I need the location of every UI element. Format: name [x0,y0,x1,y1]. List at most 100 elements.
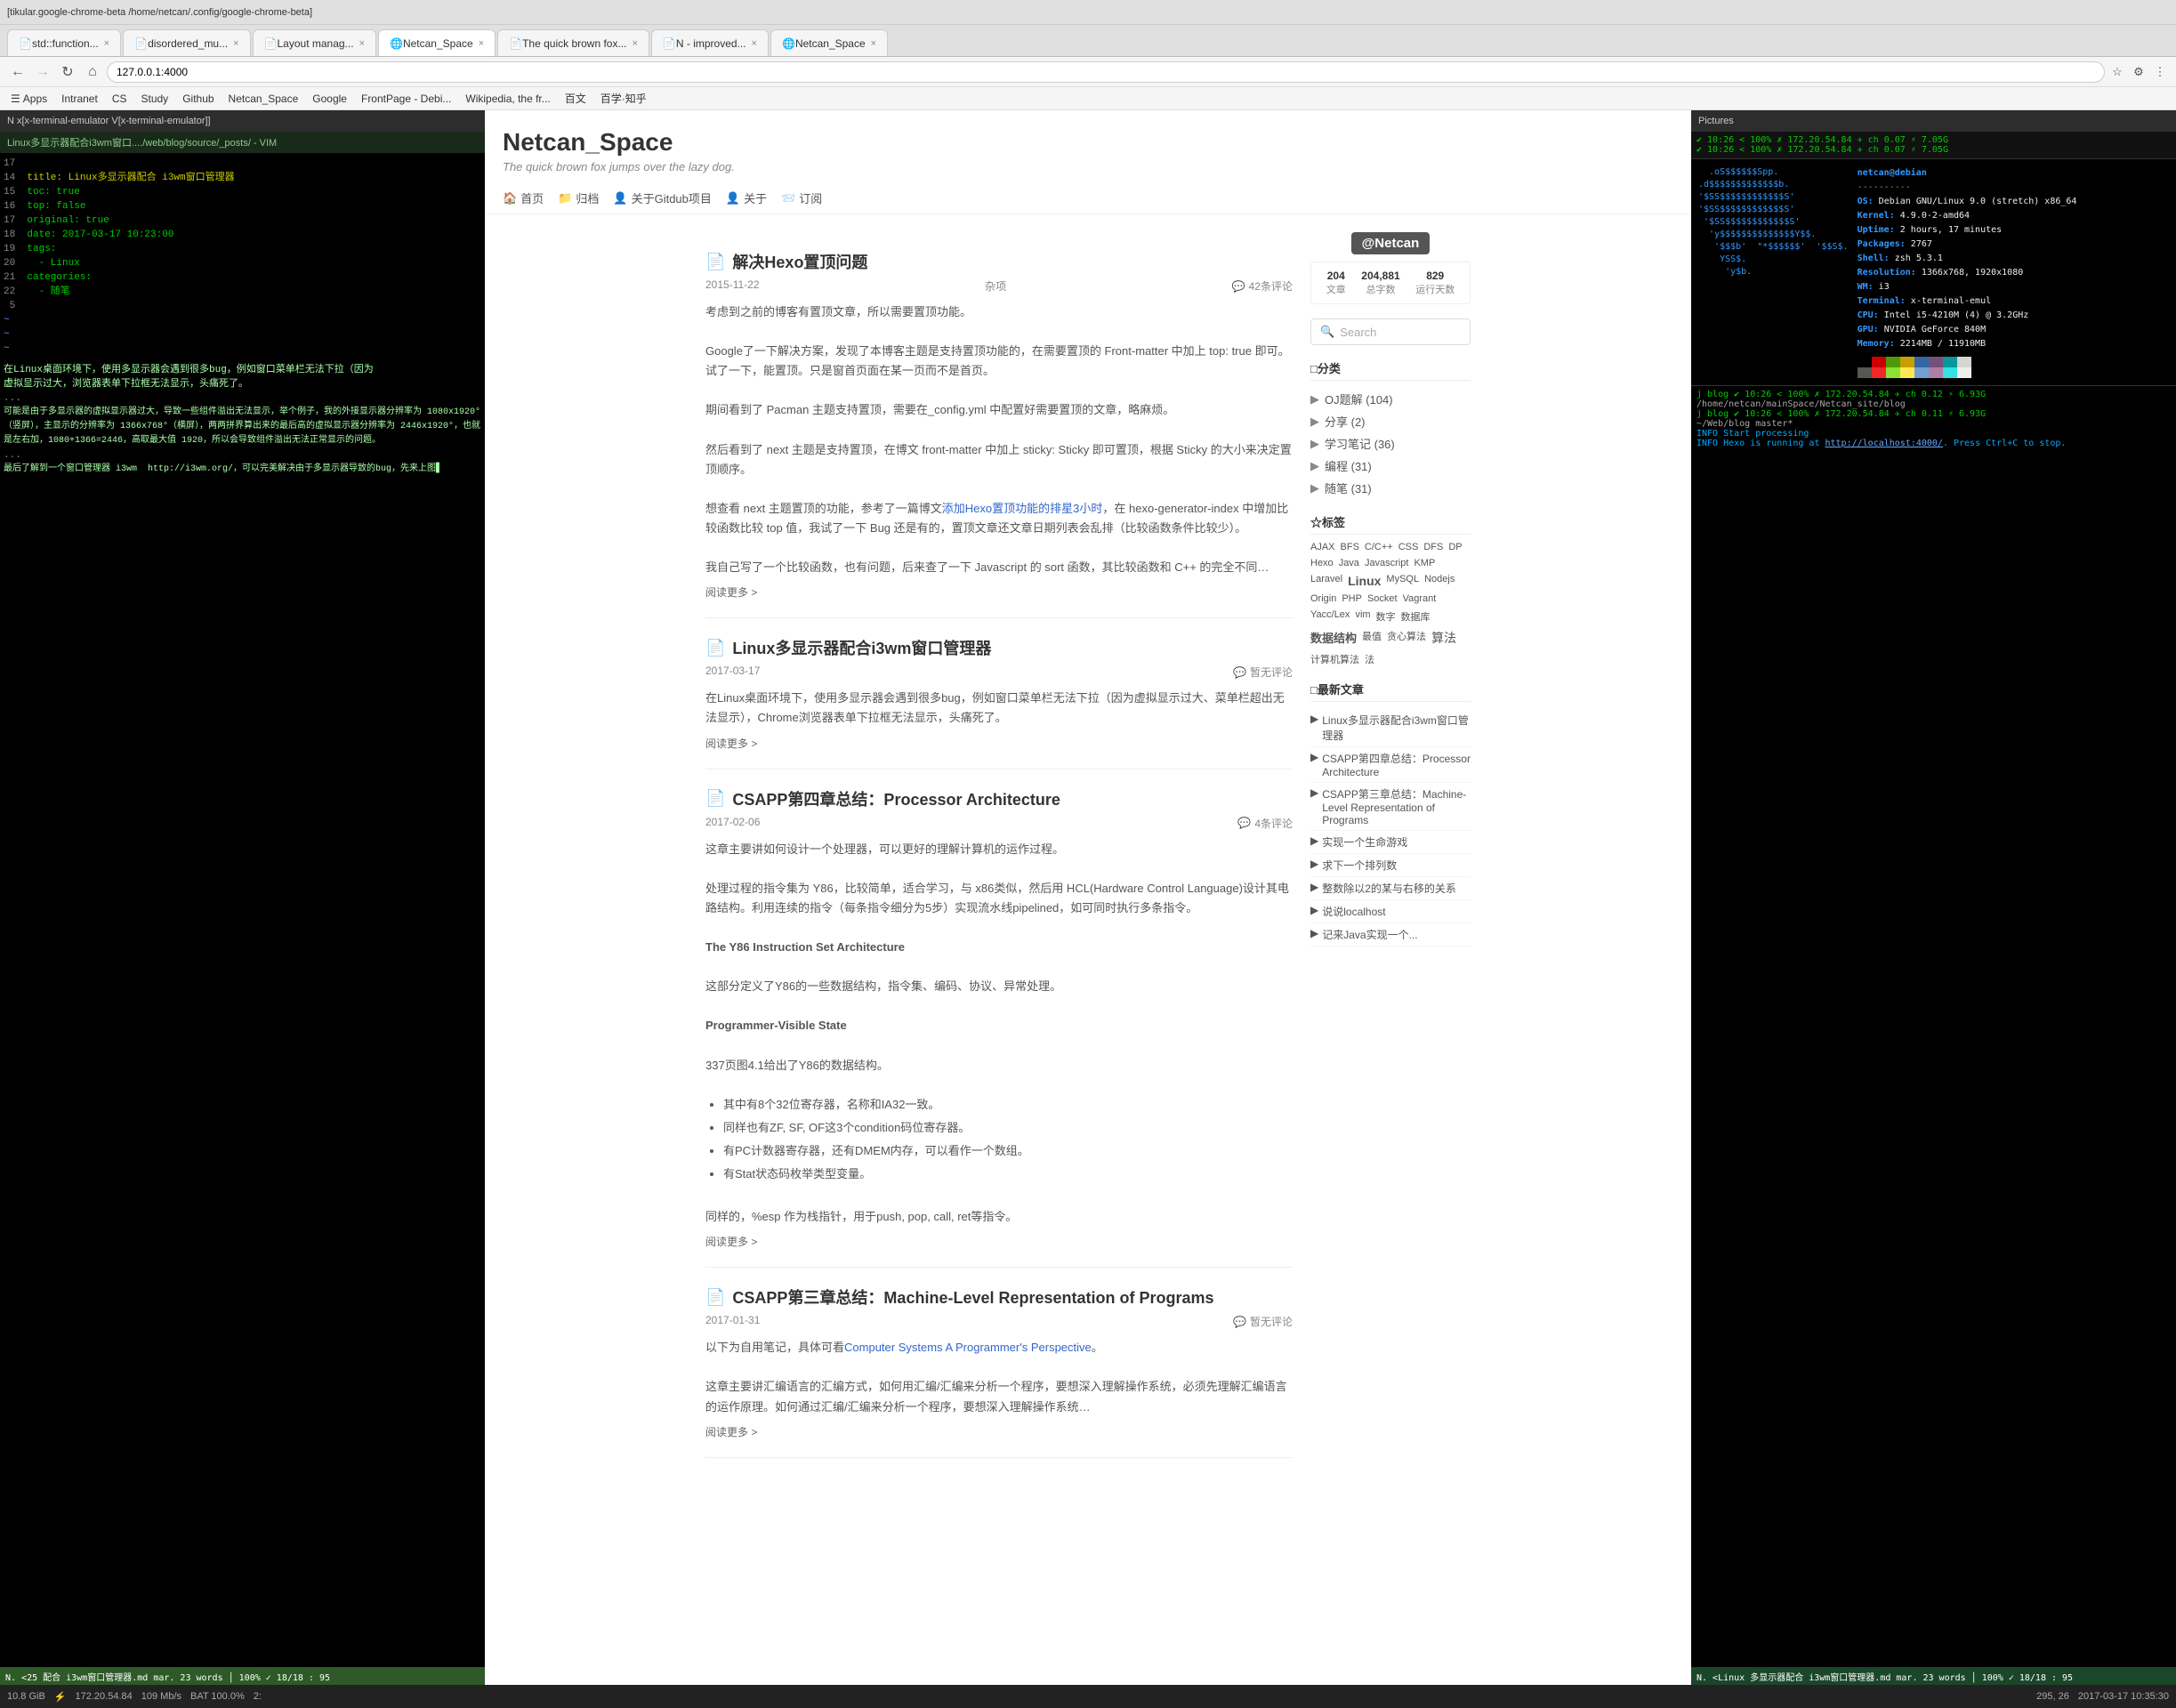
recent-post-item[interactable]: ▶ CSAPP第四章总结：Processor Architecture [1310,747,1471,783]
bookmark-apps[interactable]: ☰ Apps [7,91,51,107]
forward-button[interactable]: → [32,61,53,83]
tag-shujujiegou[interactable]: 数据结构 [1310,629,1357,647]
bookmark-netcan[interactable]: Netcan_Space [225,91,302,107]
tab-close-icon[interactable]: × [752,38,757,49]
tag-dfs[interactable]: DFS [1423,542,1443,552]
recent-post-item[interactable]: ▶ 整数除以2的某与右移的关系 [1310,877,1471,900]
tab-improved[interactable]: 📄 N - improved... × [651,29,769,56]
post-title-link[interactable]: CSAPP第四章总结：Processor Architecture [732,787,1060,810]
vim-content-area[interactable]: 17 14 title: Linux多显示器配合 i3wm窗口管理器 15 to… [0,153,485,1667]
tag-ajax[interactable]: AJAX [1310,542,1335,552]
tag-laravel[interactable]: Laravel [1310,574,1342,588]
extensions-icon[interactable]: ⚙ [2130,63,2148,81]
tag-tanxin[interactable]: 贪心算法 [1387,629,1426,647]
tag-dp[interactable]: DP [1448,542,1462,552]
category-notes[interactable]: ▶ 学习笔记 (36) [1310,432,1471,455]
home-button[interactable]: ⌂ [82,61,103,83]
bookmark-wikipedia[interactable]: Wikipedia, the fr... [462,91,553,107]
category-label: 学习笔记 (36) [1325,435,1395,452]
taskbar-bat: BAT 100.0% [190,1691,245,1702]
bookmark-zhihu[interactable]: 百学·知乎 [597,89,650,108]
tag-vagrant[interactable]: Vagrant [1403,593,1437,604]
back-button[interactable]: ← [7,61,28,83]
tag-suanfa[interactable]: 算法 [1431,629,1456,647]
address-bar[interactable] [107,61,2105,83]
post-title-link[interactable]: 解决Hexo置顶问题 [732,250,867,273]
post-link[interactable]: Computer Systems A Programmer's Perspect… [844,1341,1092,1354]
bookmark-google[interactable]: Google [309,91,351,107]
search-input-box[interactable]: 🔍 Search [1310,318,1471,345]
tag-bfs[interactable]: BFS [1341,542,1359,552]
tab-close-icon[interactable]: × [233,38,238,49]
category-essay[interactable]: ▶ 随笔 (31) [1310,477,1471,499]
tab-std-function[interactable]: 📄 std::function... × [7,29,121,56]
recent-post-item[interactable]: ▶ 求下一个排列数 [1310,854,1471,877]
tab-quick-brown[interactable]: 📄 The quick brown fox... × [497,29,649,56]
tab-netcan-space2[interactable]: 🌐 Netcan_Space × [770,29,888,56]
bookmark-intranet[interactable]: Intranet [58,91,101,107]
reload-button[interactable]: ↻ [57,61,78,83]
bookmark-github[interactable]: Github [179,91,217,107]
post-readmore[interactable]: 阅读更多 > [705,736,757,751]
category-programming[interactable]: ▶ 编程 (31) [1310,455,1471,477]
tab-layout[interactable]: 📄 Layout manag... × [253,29,376,56]
tag-vim[interactable]: vim [1355,609,1370,624]
tag-yacclex[interactable]: Yacc/Lex [1310,609,1350,624]
recent-post-item[interactable]: ▶ 说说localhost [1310,900,1471,923]
post-title: 📄 Linux多显示器配合i3wm窗口管理器 [705,636,1293,659]
nav-gitdub[interactable]: 👤 关于Gitdub项目 [613,189,712,206]
menu-icon[interactable]: ⋮ [2151,63,2169,81]
info-uptime: Uptime: 2 hours, 17 minutes [1858,223,2077,238]
recent-post-item[interactable]: ▶ Linux多显示器配合i3wm窗口管理器 [1310,709,1471,747]
tab-close-icon[interactable]: × [104,38,109,49]
tag-kmp[interactable]: KMP [1414,558,1435,568]
tag-shu[interactable]: 数字 [1376,609,1396,624]
bookmark-study[interactable]: Study [138,91,173,107]
tag-origin[interactable]: Origin [1310,593,1336,604]
tag-mysql[interactable]: MySQL [1386,574,1419,588]
right-terminal-output[interactable]: j blog ✔ 10:26 < 100% ✗ 172.20.54.84 ✈ c… [1691,385,2176,452]
recent-post-item[interactable]: ▶ 记来Java实现一个... [1310,923,1471,947]
tab-close-icon[interactable]: × [871,38,876,49]
tag-nodejs[interactable]: Nodejs [1424,574,1455,588]
post-title-link[interactable]: CSAPP第三章总结：Machine-Level Representation … [732,1285,1213,1309]
tag-css[interactable]: CSS [1398,542,1419,552]
category-oj[interactable]: ▶ OJ题解 (104) [1310,388,1471,410]
nav-about[interactable]: 👤 关于 [726,189,767,206]
vim-line: 在Linux桌面环境下，使用多显示器会遇到很多bug，例如窗口菜单栏无法下拉（因… [4,363,481,377]
tag-fa[interactable]: 法 [1365,652,1374,666]
bookmark-frontpage[interactable]: FrontPage - Debi... [358,91,455,107]
tag-zuizhi[interactable]: 最值 [1362,629,1382,647]
tab-disordered[interactable]: 📄 disordered_mu... × [123,29,250,56]
post-readmore[interactable]: 阅读更多 > [705,1424,757,1439]
tab-netcan-space[interactable]: 🌐 Netcan_Space × [378,29,496,56]
post-readmore[interactable]: 阅读更多 > [705,1234,757,1249]
tag-java[interactable]: Java [1339,558,1359,568]
tab-close-icon[interactable]: × [632,38,637,49]
tag-linux[interactable]: Linux [1348,574,1381,588]
category-label: 随笔 (31) [1325,479,1372,496]
hexo-url-link[interactable]: http://localhost:4000/ [1825,439,1943,448]
tag-shujuku[interactable]: 数据库 [1401,609,1431,624]
tag-php[interactable]: PHP [1342,593,1362,604]
post-readmore[interactable]: 阅读更多 > [705,584,757,600]
bookmark-star-icon[interactable]: ☆ [2108,63,2126,81]
nav-home[interactable]: 🏠 首页 [503,189,544,206]
tag-hexo[interactable]: Hexo [1310,558,1334,568]
bookmark-baiwen[interactable]: 百文 [561,89,590,108]
tag-cpp[interactable]: C/C++ [1365,542,1393,552]
tag-jisuan[interactable]: 计算机算法 [1310,652,1359,666]
post-link[interactable]: 添加Hexo置顶功能的排星3小时 [942,502,1103,515]
bookmark-cs[interactable]: CS [109,91,131,107]
recent-post-item[interactable]: ▶ 实现一个生命游戏 [1310,831,1471,854]
post-title-link[interactable]: Linux多显示器配合i3wm窗口管理器 [732,636,991,659]
tag-javascript[interactable]: Javascript [1365,558,1409,568]
nav-subscribe[interactable]: 📨 订阅 [781,189,822,206]
category-share[interactable]: ▶ 分享 (2) [1310,410,1471,432]
browser-page[interactable]: Netcan_Space The quick brown fox jumps o… [485,110,1691,1685]
tab-close-icon[interactable]: × [359,38,365,49]
tag-socket[interactable]: Socket [1367,593,1398,604]
nav-archive[interactable]: 📁 归档 [558,189,599,206]
tab-close-icon[interactable]: × [479,38,484,49]
recent-post-item[interactable]: ▶ CSAPP第三章总结：Machine-Level Representatio… [1310,783,1471,831]
